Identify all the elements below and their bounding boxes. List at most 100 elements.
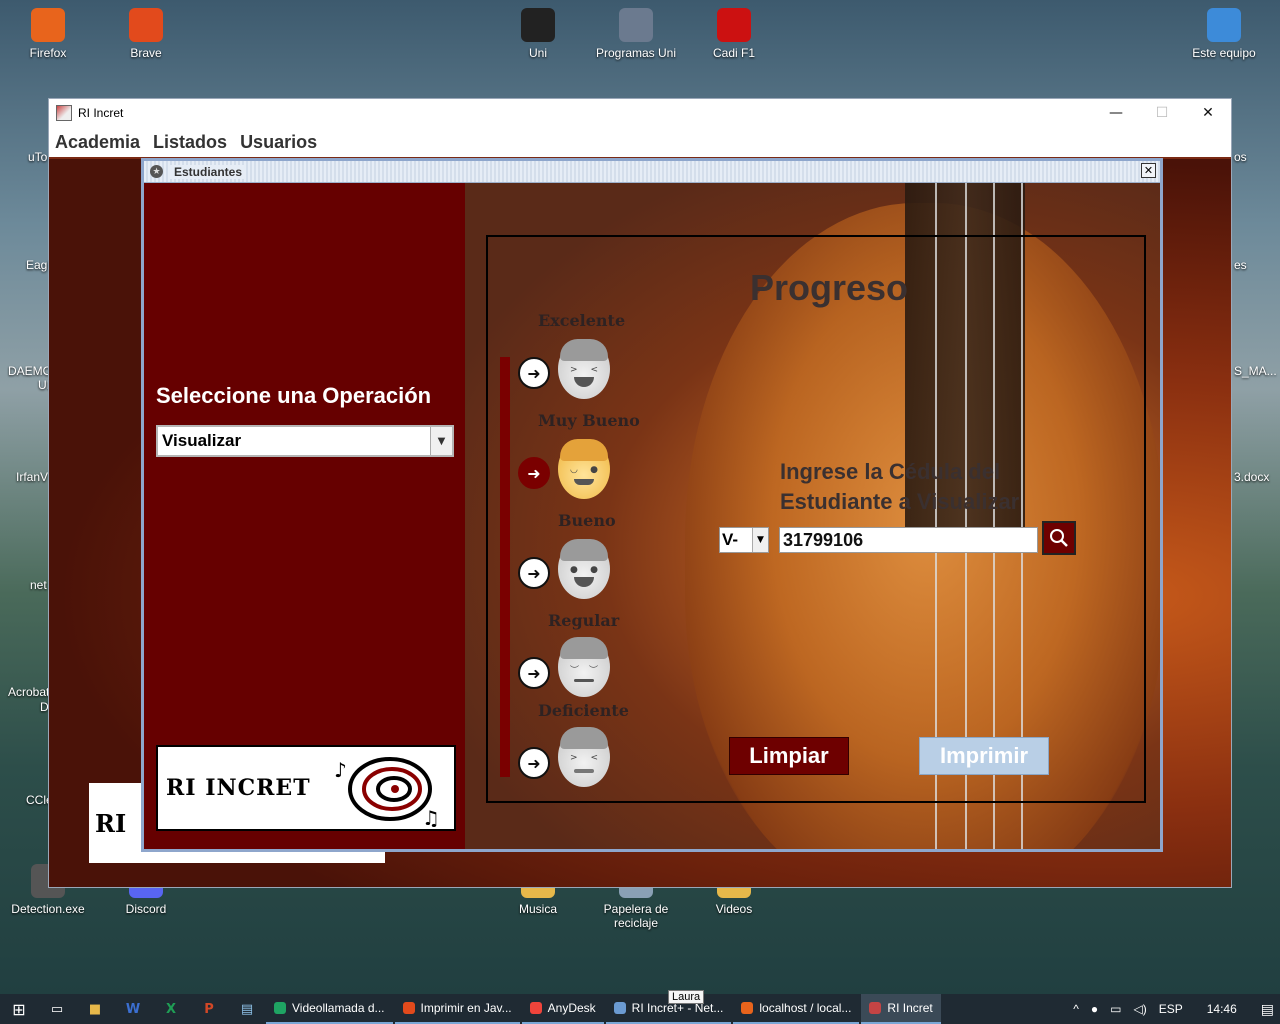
frame-title-bar[interactable]: ★ Estudiantes ✕ <box>144 161 1160 183</box>
maximize-button[interactable]: ☐ <box>1139 99 1185 127</box>
partial-desktop-label: Eagl <box>26 258 51 272</box>
desktop-icon[interactable]: Firefox <box>6 8 90 60</box>
desktop-icon-label: Detection.exe <box>11 902 85 916</box>
id-prefix-value: V- <box>722 530 739 549</box>
chevron-down-icon[interactable]: ▼ <box>752 528 768 552</box>
svg-text:♪: ♪ <box>334 758 347 782</box>
arrow-right-icon-active[interactable]: ➜ <box>518 457 550 489</box>
music-spiral-icon: ♪ ♫ <box>334 757 440 829</box>
desktop-icon-label: Papelera de reciclaje <box>603 902 669 930</box>
taskbar-app[interactable]: Imprimir en Jav... <box>394 994 520 1024</box>
level-label-regular: Regular <box>548 611 620 630</box>
desktop-icon[interactable]: Cadi F1 <box>692 8 776 60</box>
partial-desktop-label: S_MA... <box>1234 364 1277 378</box>
progress-title: Progreso <box>750 267 909 308</box>
app-icon <box>741 1002 754 1014</box>
brave-icon <box>129 8 163 42</box>
cadi-f1-icon <box>717 8 751 42</box>
smiling-face-icon: ● ● <box>558 539 610 599</box>
partial-desktop-label: 3.docx <box>1234 470 1270 484</box>
arrow-right-icon[interactable]: ➜ <box>518 557 550 589</box>
progress-panel: Progreso Excelente Muy Bueno Bueno Regul… <box>465 183 1160 849</box>
volume-icon[interactable]: ◁) <box>1133 1002 1146 1016</box>
chevron-down-icon[interactable]: ▼ <box>430 427 452 455</box>
partial-desktop-label: net <box>30 578 47 592</box>
level-label-excelente: Excelente <box>538 311 626 330</box>
id-prefix-select[interactable]: V- ▼ <box>719 527 769 553</box>
clear-button[interactable]: Limpiar <box>729 737 849 775</box>
taskbar-app[interactable]: RI Incret <box>861 994 941 1024</box>
desktop-icon[interactable]: Uni <box>496 8 580 60</box>
task-view-icon[interactable]: ▭ <box>38 994 76 1024</box>
clock[interactable]: 14:46 <box>1207 1002 1237 1016</box>
search-button[interactable] <box>1042 521 1076 555</box>
laughing-face-icon: > < <box>558 339 610 399</box>
operation-panel: Seleccione una Operación Visualizar ▼ RI… <box>144 183 465 849</box>
desktop-icon-label: Musica <box>518 902 557 916</box>
excel-icon[interactable]: X <box>152 994 190 1024</box>
taskbar: ⊞ ▭ ■ W X P ▤ Videollamada d... Imprimir … <box>0 994 1280 1024</box>
app-icon <box>613 1002 626 1014</box>
taskbar-apps: Videollamada d... Imprimir en Jav... AnyDe… <box>266 994 943 1024</box>
desktop-icon[interactable]: Este equipo <box>1182 8 1266 60</box>
operation-select-value: Visualizar <box>162 431 242 450</box>
progress-box: Progreso Excelente Muy Bueno Bueno Regul… <box>486 235 1146 803</box>
level-label-bueno: Bueno <box>558 511 616 530</box>
start-icon[interactable]: ⊞ <box>0 994 38 1024</box>
cedula-label-line2: Estudiante a Visualizar <box>780 489 1020 514</box>
graduation-cap-icon <box>521 8 555 42</box>
arrow-right-icon[interactable]: ➜ <box>518 657 550 689</box>
frame-close-button[interactable]: ✕ <box>1141 163 1156 178</box>
arrow-right-icon[interactable]: ➜ <box>518 357 550 389</box>
cedula-label: Ingrese la Cédula del Estudiante a Visua… <box>780 457 1080 517</box>
partial-desktop-label: uTo <box>28 150 48 164</box>
app-icon <box>402 1002 415 1014</box>
java-app-icon <box>56 105 72 121</box>
notifications-icon[interactable]: ▤ <box>1261 1001 1274 1018</box>
sleepy-face-icon: ︶ ︶ <box>558 637 610 697</box>
microphone-icon[interactable]: ● <box>1091 1002 1098 1016</box>
desktop-icon[interactable]: Programas Uni <box>594 8 678 60</box>
notepad-icon[interactable]: ▤ <box>228 994 266 1024</box>
minimize-button[interactable]: — <box>1093 99 1139 127</box>
taskbar-app[interactable]: localhost / local... <box>733 994 860 1024</box>
logo-text: RI INCRET <box>166 775 311 801</box>
word-icon[interactable]: W <box>114 994 152 1024</box>
estudiantes-frame: ★ Estudiantes ✕ Seleccione una Operación… <box>141 158 1163 852</box>
operation-select[interactable]: Visualizar ▼ <box>156 425 454 457</box>
taskbar-app[interactable]: Videollamada d... <box>266 994 393 1024</box>
progress-scale-bar <box>500 357 510 777</box>
svg-text:♫: ♫ <box>422 806 440 829</box>
partial-desktop-label: IrfanV <box>16 470 49 484</box>
taskbar-app[interactable]: AnyDesk <box>521 994 604 1024</box>
cedula-label-line1: Ingrese la Cédula del <box>780 459 1001 484</box>
partial-desktop-label: DAEMO <box>8 364 53 378</box>
menu-listados[interactable]: Listados <box>153 132 227 153</box>
desktop-icon[interactable]: Brave <box>104 8 188 60</box>
arrow-right-icon[interactable]: ➜ <box>518 747 550 779</box>
upset-face-icon: > < <box>558 727 610 787</box>
computer-icon <box>1207 8 1241 42</box>
desktop-icon-label: Videos <box>715 902 753 916</box>
desktop-icon-label: Uni <box>528 46 547 60</box>
desktop-icon-label: Firefox <box>29 46 67 60</box>
desktop-icon-label: Brave <box>130 46 162 60</box>
powerpoint-icon[interactable]: P <box>190 994 228 1024</box>
close-button[interactable]: ✕ <box>1185 99 1231 127</box>
firefox-icon <box>31 8 65 42</box>
print-button[interactable]: Imprimir <box>919 737 1049 775</box>
chevron-up-icon[interactable]: ^ <box>1073 1002 1079 1016</box>
winking-face-icon: ◡ ● <box>558 439 610 499</box>
menu-academia[interactable]: Academia <box>55 132 140 153</box>
menu-usuarios[interactable]: Usuarios <box>240 132 317 153</box>
cedula-input[interactable]: 31799106 <box>779 527 1038 553</box>
network-icon[interactable]: ▭ <box>1110 1002 1121 1016</box>
file-explorer-icon[interactable]: ■ <box>76 994 114 1024</box>
taskbar-app-label: AnyDesk <box>547 1001 596 1015</box>
desktop-icon-label: Programas Uni <box>595 46 677 60</box>
search-icon <box>1050 529 1068 547</box>
language-indicator[interactable]: ESP <box>1159 1002 1183 1016</box>
window-title-bar[interactable]: RI Incret — ☐ ✕ <box>49 99 1231 127</box>
partial-desktop-label: Acrobat <box>8 685 50 699</box>
ri-incret-logo: RI INCRET ♪ ♫ <box>156 745 456 831</box>
